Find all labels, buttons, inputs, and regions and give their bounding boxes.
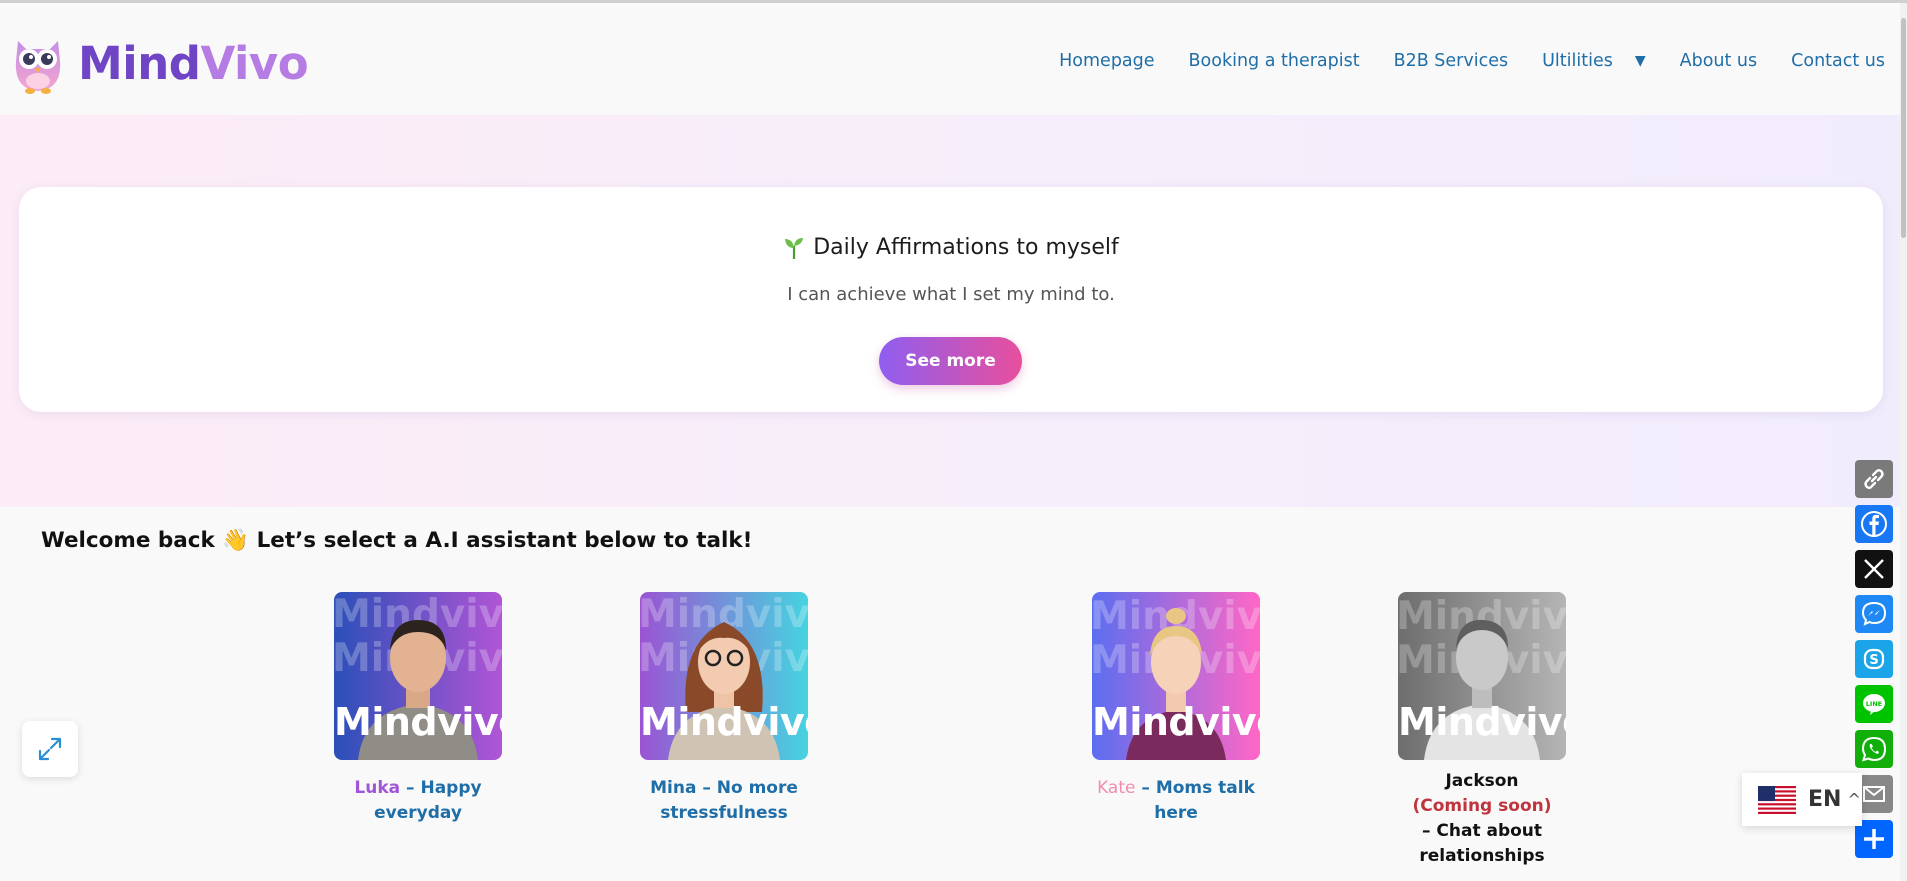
link-icon — [1864, 469, 1884, 489]
assistant-avatar-kate[interactable]: Mindvivo Mindvivo Mindvivo — [1092, 592, 1260, 760]
page-scrollbar-thumb[interactable] — [1901, 18, 1906, 238]
coming-soon-label: (Coming soon) — [1412, 796, 1552, 816]
welcome-heading: Welcome back 👋 Let’s select a A.I assist… — [41, 528, 753, 553]
language-code: EN — [1808, 787, 1842, 812]
svg-text:S: S — [1869, 653, 1878, 668]
svg-text:LINE: LINE — [1866, 700, 1882, 708]
site-logo[interactable]: MindVivo — [6, 31, 309, 95]
affirmation-title-text: Daily Affirmations to myself — [813, 235, 1119, 260]
messenger-icon — [1861, 601, 1887, 626]
share-facebook-button[interactable] — [1855, 505, 1893, 543]
avatar-brand-text: Mindvivo — [1092, 700, 1260, 744]
x-icon — [1864, 559, 1884, 579]
share-plus-icon — [1864, 829, 1884, 849]
caption-separator: – — [1135, 778, 1156, 798]
logo-text-mind: Mind — [78, 36, 201, 90]
nav-contact-us[interactable]: Contact us — [1791, 51, 1885, 71]
caption-separator: – — [400, 778, 421, 798]
nav-about-us[interactable]: About us — [1680, 51, 1758, 71]
utilities-dropdown-caret-icon[interactable]: ▼ — [1635, 53, 1646, 69]
language-caret-icon: ^ — [1847, 790, 1861, 809]
share-skype-button[interactable]: S — [1855, 640, 1893, 678]
assistant-avatar-luka[interactable]: Mindvivo Mindvivo Mindvivo — [334, 592, 502, 760]
us-flag-icon — [1758, 785, 1796, 814]
skype-icon: S — [1863, 648, 1885, 670]
assistant-caption-kate[interactable]: Kate – Moms talk here — [1076, 776, 1276, 826]
email-icon — [1863, 786, 1885, 802]
nav-b2b-services[interactable]: B2B Services — [1394, 51, 1509, 71]
assistant-avatar-jackson[interactable]: Mindvivo Mindvivo Mindvivo — [1398, 592, 1566, 760]
assistant-tagline: – Chat about relationships — [1419, 821, 1545, 866]
caption-separator: – — [696, 778, 717, 798]
nav-utilities[interactable]: Ultilities — [1542, 51, 1613, 71]
whatsapp-icon — [1861, 736, 1887, 762]
owl-logo-icon — [15, 41, 61, 94]
avatar-brand-text: Mindvivo — [640, 700, 808, 744]
assistant-name: Kate — [1097, 778, 1136, 798]
avatar-brand-text: Mindvivo — [334, 700, 502, 744]
affirmation-title: Daily Affirmations to myself — [19, 235, 1883, 260]
language-selector[interactable]: EN ^ — [1742, 773, 1862, 826]
assistant-avatar-mina[interactable]: Mindvivo Mindvivo Mindvivo — [640, 592, 808, 760]
see-more-button[interactable]: See more — [879, 337, 1022, 385]
assistant-name: Mina — [650, 778, 697, 798]
expand-arrows-icon — [38, 737, 62, 761]
affirmation-card: Daily Affirmations to myself I can achie… — [19, 187, 1883, 412]
assistant-name: Jackson — [1445, 771, 1519, 791]
avatar-brand-text: Mindvivo — [1398, 700, 1566, 744]
assistant-name: Luka — [354, 778, 401, 798]
share-messenger-button[interactable] — [1855, 595, 1893, 633]
assistant-tagline: Moms talk here — [1154, 778, 1255, 823]
assistant-caption-jackson[interactable]: Jackson (Coming soon) – Chat about relat… — [1382, 769, 1582, 869]
assistant-caption-luka[interactable]: Luka – Happy everyday — [318, 776, 518, 826]
assistant-caption-mina[interactable]: Mina – No more stressfulness — [624, 776, 824, 826]
share-line-button[interactable]: LINE — [1855, 685, 1893, 723]
affirmation-text: I can achieve what I set my mind to. — [787, 284, 1115, 305]
facebook-icon — [1861, 511, 1887, 537]
line-icon: LINE — [1863, 694, 1885, 715]
nav-homepage[interactable]: Homepage — [1059, 51, 1154, 71]
main-nav: Homepage Booking a therapist B2B Service… — [1025, 51, 1885, 71]
logo-text-vivo: Vivo — [200, 36, 309, 90]
nav-booking-therapist[interactable]: Booking a therapist — [1189, 51, 1360, 71]
site-header: MindVivo Homepage Booking a therapist B2… — [0, 3, 1907, 115]
sprout-icon — [785, 237, 804, 259]
logo-text: MindVivo — [78, 36, 309, 90]
share-whatsapp-button[interactable] — [1855, 730, 1893, 768]
expand-button[interactable] — [22, 721, 78, 777]
share-x-button[interactable] — [1855, 550, 1893, 588]
share-link-button[interactable] — [1855, 460, 1893, 498]
